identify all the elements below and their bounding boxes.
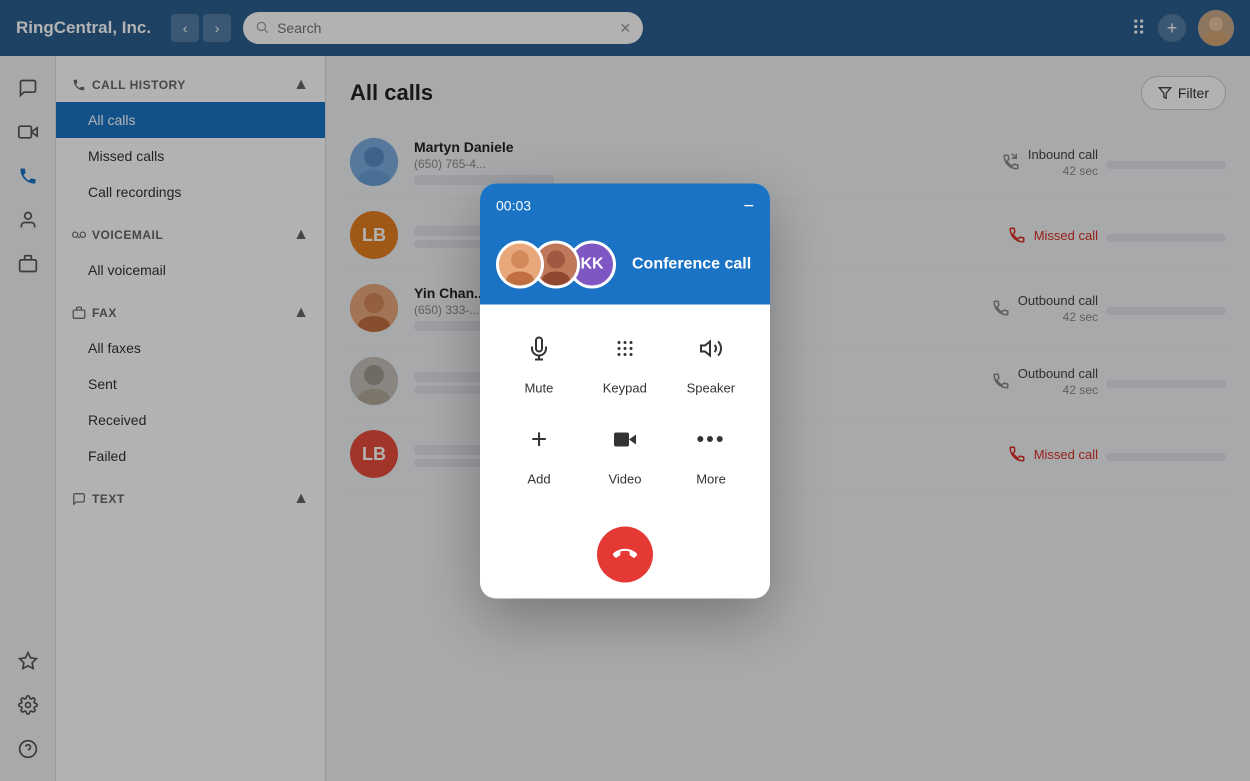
popup-ctrl-add[interactable]: + Add [515,415,563,486]
video-label: Video [608,471,641,486]
popup-call-label: Conference call [632,255,751,273]
end-call-icon [613,542,637,566]
call-popup: 00:03 − KK Conference call Mute Keypad [480,183,770,598]
popup-minimize-button[interactable]: − [743,195,754,216]
popup-controls: Mute Keypad Speaker + Add [480,304,770,526]
popup-ctrl-keypad[interactable]: Keypad [601,324,649,395]
more-label: More [696,471,726,486]
popup-avatars: KK Conference call [480,228,770,304]
mute-label: Mute [524,380,553,395]
end-call-button[interactable] [597,526,653,582]
add-label: Add [527,471,550,486]
popup-ctrl-video[interactable]: Video [601,415,649,486]
popup-ctrl-speaker[interactable]: Speaker [687,324,735,395]
popup-ctrl-row-2: + Add Video ••• More [496,415,754,486]
video-icon [601,415,649,463]
popup-end [480,526,770,598]
more-icon: ••• [687,415,735,463]
popup-avatar-1 [496,240,544,288]
popup-header: 00:03 − [480,183,770,228]
speaker-label: Speaker [687,380,735,395]
keypad-icon [601,324,649,372]
speaker-icon [687,324,735,372]
popup-ctrl-more[interactable]: ••• More [687,415,735,486]
mute-icon [515,324,563,372]
popup-ctrl-mute[interactable]: Mute [515,324,563,395]
add-icon: + [515,415,563,463]
keypad-label: Keypad [603,380,647,395]
popup-ctrl-row-1: Mute Keypad Speaker [496,324,754,395]
popup-timer: 00:03 [496,198,531,214]
